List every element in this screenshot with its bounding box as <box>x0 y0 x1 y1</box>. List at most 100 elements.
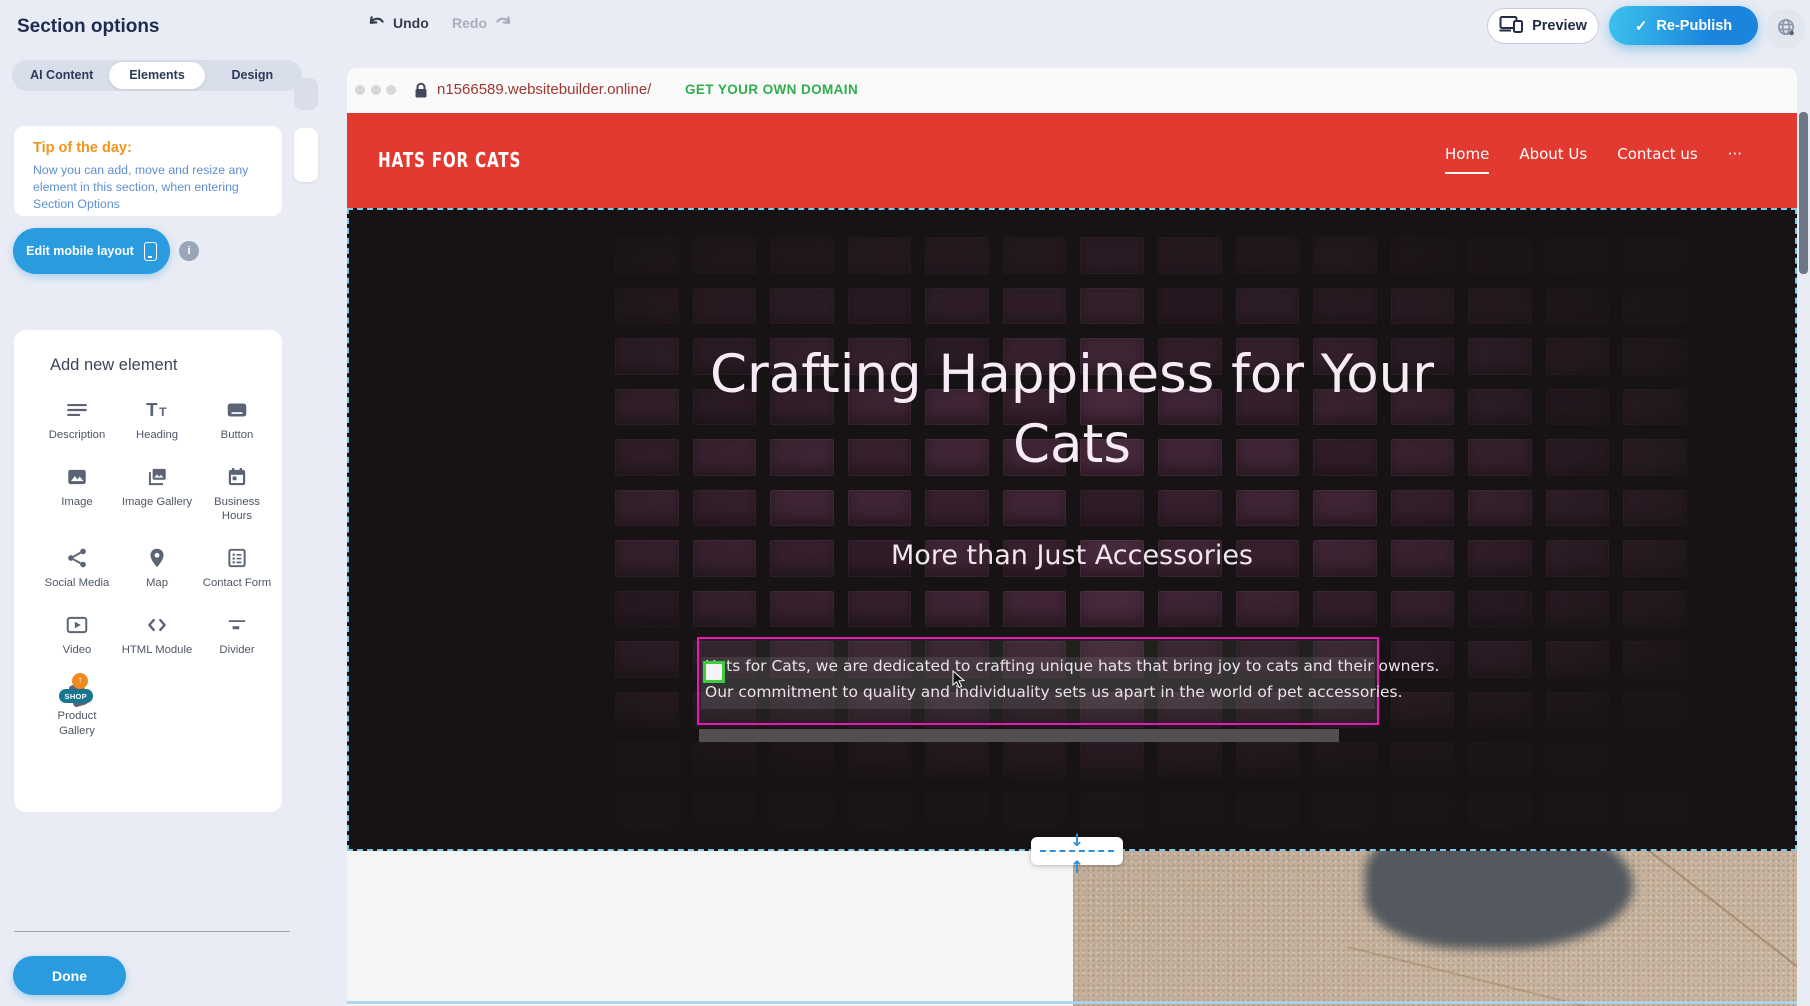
image-icon <box>65 465 89 489</box>
html-module-icon <box>145 613 169 637</box>
edit-mobile-layout-button[interactable]: Edit mobile layout <box>13 228 170 274</box>
section-boundary-line <box>347 1001 1797 1004</box>
hero-tile <box>1468 641 1532 678</box>
hero-paragraph[interactable]: Hats for Cats, we are dedicated to craft… <box>705 654 1371 705</box>
site-url[interactable]: n1566589.websitebuilder.online/ <box>437 81 651 98</box>
add-element-business-hours[interactable]: Business Hours <box>197 465 277 524</box>
vertical-scrollbar[interactable] <box>1799 112 1808 274</box>
hero-tile <box>1080 793 1144 830</box>
hero-tile <box>1468 389 1532 426</box>
info-icon[interactable]: i <box>179 241 199 261</box>
hero-tile <box>693 288 757 325</box>
add-element-image-gallery[interactable]: Image Gallery <box>117 465 197 524</box>
hero-subheading[interactable]: More than Just Accessories <box>349 540 1795 571</box>
hero-tile <box>1623 641 1687 678</box>
done-button[interactable]: Done <box>13 956 126 995</box>
hero-tile <box>925 288 989 325</box>
element-label: Heading <box>136 428 178 443</box>
up-arrow-icon: ↑ <box>72 673 88 689</box>
tab-design[interactable]: Design <box>205 62 300 89</box>
hero-tile <box>1313 490 1377 527</box>
section-resize-handle[interactable]: ↓ ↑ <box>1031 837 1123 865</box>
element-drag-handle[interactable] <box>703 661 725 683</box>
hero-tile <box>1623 237 1687 274</box>
add-element-divider[interactable]: Divider <box>197 613 277 658</box>
hero-tile <box>615 490 679 527</box>
undo-button[interactable]: Undo <box>368 14 429 32</box>
add-element-heading[interactable]: TTHeading <box>117 398 197 443</box>
hero-tile <box>1003 591 1067 628</box>
hero-tile <box>770 793 834 830</box>
selected-text-element[interactable]: Hats for Cats, we are dedicated to craft… <box>697 637 1379 725</box>
hero-tile <box>848 742 912 779</box>
republish-button[interactable]: ✓ Re-Publish <box>1609 6 1758 45</box>
nav-home[interactable]: Home <box>1445 145 1489 174</box>
add-element-button[interactable]: Button <box>197 398 277 443</box>
browser-dot <box>355 85 365 95</box>
add-element-image[interactable]: Image <box>37 465 117 524</box>
hero-tile <box>1623 793 1687 830</box>
element-label: Business Hours <box>199 495 275 524</box>
republish-label: Re-Publish <box>1656 18 1732 34</box>
hero-tile <box>1546 237 1610 274</box>
element-label: Description <box>49 428 106 443</box>
hero-tile <box>615 793 679 830</box>
map-icon <box>145 546 169 570</box>
video-icon <box>65 613 89 637</box>
nav-more[interactable]: ··· <box>1728 145 1742 172</box>
next-section-white-area <box>347 851 1073 1006</box>
hero-tile <box>848 237 912 274</box>
add-element-product-gallery[interactable]: ↑ SHOPProduct Gallery <box>37 679 117 738</box>
add-element-video[interactable]: Video <box>37 613 117 658</box>
language-globe-button[interactable] <box>1766 9 1806 49</box>
hero-tile <box>848 591 912 628</box>
hero-tile <box>1080 742 1144 779</box>
add-element-contact-form[interactable]: Contact Form <box>197 546 277 591</box>
arrow-up-icon: ↑ <box>1070 860 1084 877</box>
hero-section-selected[interactable]: Crafting Happiness for Your Cats More th… <box>347 208 1797 851</box>
hero-tile <box>1468 338 1532 375</box>
browser-chrome-bar: n1566589.websitebuilder.online/ GET YOUR… <box>347 68 1797 113</box>
hero-tile <box>1158 793 1222 830</box>
hero-tile <box>693 237 757 274</box>
hero-tile <box>1236 237 1300 274</box>
hero-tile <box>1468 288 1532 325</box>
hero-tile <box>1391 490 1455 527</box>
add-new-element-card: Add new element DescriptionTTHeadingButt… <box>14 330 282 812</box>
contact-form-icon <box>225 546 249 570</box>
hero-tile <box>1468 793 1532 830</box>
check-icon: ✓ <box>1635 17 1648 35</box>
hero-tile <box>615 389 679 426</box>
hero-tile <box>1546 338 1610 375</box>
hero-tile <box>925 793 989 830</box>
tab-elements[interactable]: Elements <box>109 62 204 89</box>
hero-tile <box>1546 591 1610 628</box>
preview-button[interactable]: Preview <box>1487 8 1599 44</box>
add-element-map[interactable]: Map <box>117 546 197 591</box>
hero-tile <box>1623 338 1687 375</box>
element-label: Button <box>221 428 254 443</box>
redo-button[interactable]: Redo <box>452 14 512 32</box>
site-logo[interactable]: HATS FOR CATS <box>378 148 521 172</box>
get-domain-link[interactable]: GET YOUR OWN DOMAIN <box>685 82 858 97</box>
hero-tile <box>1236 490 1300 527</box>
add-element-description[interactable]: Description <box>37 398 117 443</box>
hero-tile <box>1391 237 1455 274</box>
tab-ai-content[interactable]: AI Content <box>14 62 109 89</box>
add-element-html-module[interactable]: HTML Module <box>117 613 197 658</box>
sidebar-divider <box>14 931 290 932</box>
shop-badge: SHOP <box>59 689 93 703</box>
hero-tile <box>1468 692 1532 729</box>
tip-title: Tip of the day: <box>33 140 282 156</box>
nav-about-us[interactable]: About Us <box>1519 145 1587 172</box>
hero-heading[interactable]: Crafting Happiness for Your Cats <box>702 340 1442 481</box>
nav-contact-us[interactable]: Contact us <box>1617 145 1697 172</box>
hero-paragraph-line: Hats for Cats, we are dedicated to craft… <box>705 654 1371 680</box>
hero-tile <box>1003 742 1067 779</box>
hero-tile <box>1236 793 1300 830</box>
element-label: Image <box>61 495 92 510</box>
hero-tile <box>925 490 989 527</box>
hero-tile <box>615 742 679 779</box>
hero-tile <box>1623 288 1687 325</box>
add-element-social-media[interactable]: Social Media <box>37 546 117 591</box>
